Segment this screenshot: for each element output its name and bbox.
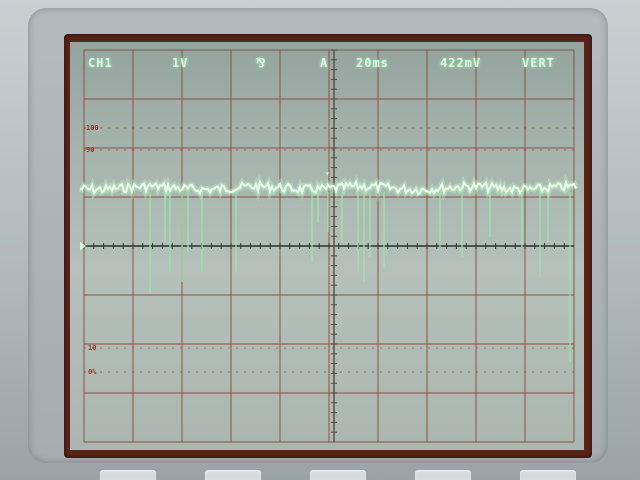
oscilloscope-screen: ▾ 100 90 10 0% CH1 1V ⅋ A 20ms 422mV VER… [70,42,584,450]
time-per-div-readout: 20ms [356,56,389,70]
trigger-mode-readout: A [320,56,329,70]
softkey-2-button[interactable] [205,470,261,480]
channel-readout: CH1 [88,56,113,70]
trigger-level-readout: 422mV [440,56,482,70]
scale-label-10: 10 [88,344,97,352]
scale-label-100: 100 [86,124,99,132]
waveform-trace: ▾ [78,169,579,362]
scale-label-0: 0% [88,368,97,376]
softkey-3-button[interactable] [310,470,366,480]
softkey-4-button[interactable] [415,470,471,480]
scale-label-90: 90 [86,146,95,154]
display-mode-readout: VERT [522,56,555,70]
softkey-1-button[interactable] [100,470,156,480]
softkey-5-button[interactable] [520,470,576,480]
trigger-position-marker-icon: ▾ [325,169,330,178]
volts-per-div-readout: 1V [172,56,189,70]
trigger-symbol-icon: ⅋ [256,56,267,70]
